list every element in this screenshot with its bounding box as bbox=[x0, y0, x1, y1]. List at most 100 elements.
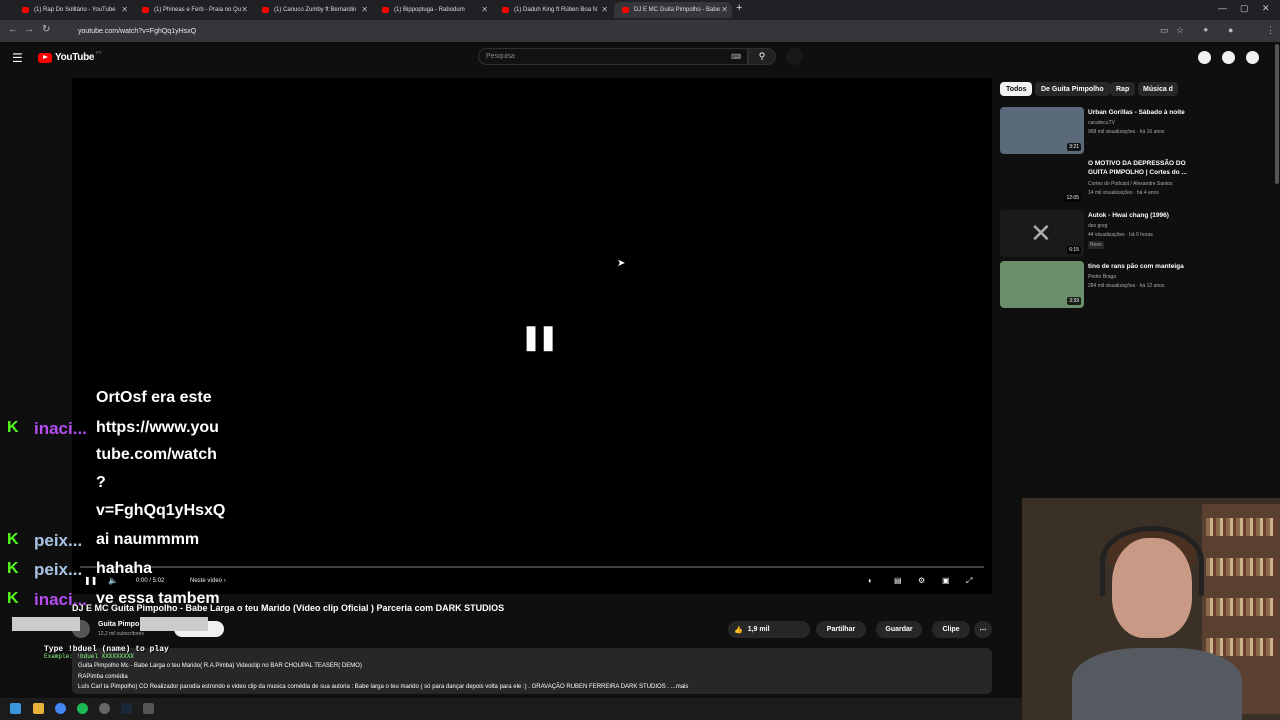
menu-icon[interactable]: ☰ bbox=[12, 51, 23, 65]
video-thumbnail[interactable]: 3:39 bbox=[1000, 261, 1084, 308]
browser-tab[interactable]: (1) Rap Do Solitário - YouTube ✕ bbox=[14, 2, 132, 18]
forward-icon[interactable]: → bbox=[24, 24, 34, 35]
video-thumbnail[interactable]: 12:05 bbox=[1000, 158, 1084, 205]
books bbox=[1206, 558, 1276, 576]
channel-name[interactable]: Guita Pimpo bbox=[98, 621, 139, 628]
logo-text: YouTube bbox=[55, 52, 95, 63]
recommendation-meta: 968 mil visualizações · há 16 anos bbox=[1088, 129, 1165, 135]
duration-badge: 6:15 bbox=[1067, 246, 1081, 254]
youtube-logo[interactable]: YouTube PT bbox=[38, 50, 101, 63]
url-text: youtube.com/watch?v=FghQq1yHsxQ bbox=[78, 27, 197, 35]
like-button[interactable]: 👍 1,9 mil bbox=[728, 621, 810, 638]
description-line: RAPimba comédia bbox=[78, 674, 128, 680]
save-button[interactable]: Guardar bbox=[876, 621, 922, 638]
profile-icon[interactable]: ● bbox=[1228, 25, 1233, 35]
chip-label: De Guita Pimpolho bbox=[1041, 85, 1104, 93]
youtube-favicon-icon bbox=[502, 7, 509, 13]
share-label: Partilhar bbox=[826, 626, 856, 633]
description-line: Guita Pimpolho Mc - Babe Larga o teu Mar… bbox=[78, 663, 362, 669]
windows-start-icon[interactable] bbox=[10, 703, 21, 714]
video-thumbnail[interactable]: 3:21 bbox=[1000, 107, 1084, 154]
save-label: Guardar bbox=[885, 626, 913, 633]
more-actions-icon[interactable]: ⋯ bbox=[974, 621, 992, 638]
voice-search-button[interactable] bbox=[786, 48, 803, 65]
clip-label: Clipe bbox=[942, 626, 960, 633]
obs-icon[interactable] bbox=[99, 703, 110, 714]
close-tab-icon[interactable]: ✕ bbox=[481, 5, 488, 14]
clip-button[interactable]: Clipe bbox=[932, 621, 970, 638]
chip-rap[interactable]: Rap bbox=[1110, 82, 1136, 96]
close-tab-icon[interactable]: ✕ bbox=[721, 5, 728, 14]
browser-menu-icon[interactable]: ⋮ bbox=[1266, 25, 1275, 36]
recommendation-channel[interactable]: caradecuTV bbox=[1088, 119, 1198, 127]
maximize-icon[interactable]: ▢ bbox=[1240, 3, 1249, 14]
youtube-play-icon bbox=[38, 52, 52, 63]
close-tab-icon[interactable]: ✕ bbox=[361, 5, 368, 14]
bookmark-star-icon[interactable]: ☆ bbox=[1176, 25, 1184, 36]
search-button[interactable]: ⚲ bbox=[748, 48, 776, 65]
recommendation-title[interactable]: Autok - Hwai chang (1996) bbox=[1088, 211, 1198, 220]
chat-message: ? bbox=[96, 474, 106, 491]
share-button[interactable]: Partilhar bbox=[816, 621, 866, 638]
settings-gear-icon[interactable]: ⚙ bbox=[918, 576, 925, 585]
search-input[interactable]: Pesquisa bbox=[478, 48, 748, 65]
back-icon[interactable]: ← bbox=[8, 24, 18, 35]
browser-tab-active[interactable]: DJ E MC Guita Pimpolho - Babe ✕ bbox=[614, 2, 732, 18]
recommendation-title[interactable]: Urban Gorillas - Sábado à noite bbox=[1088, 108, 1198, 117]
progress-bar[interactable] bbox=[80, 566, 984, 568]
person-body bbox=[1072, 648, 1242, 720]
close-window-icon[interactable]: ✕ bbox=[1262, 3, 1270, 14]
file-explorer-icon[interactable] bbox=[33, 703, 44, 714]
thumbs-up-icon: 👍 bbox=[734, 626, 743, 634]
close-tab-icon[interactable]: ✕ bbox=[121, 5, 128, 14]
fullscreen-icon[interactable]: ⤢ bbox=[966, 576, 972, 586]
recommendation-channel[interactable]: des greg bbox=[1088, 222, 1198, 230]
subtitles-icon[interactable]: ▤ bbox=[894, 576, 902, 585]
tab-title: DJ E MC Guita Pimpolho - Babe bbox=[634, 7, 721, 13]
autoplay-toggle-icon[interactable]: ◐ bbox=[868, 576, 873, 585]
url-field[interactable]: youtube.com/watch?v=FghQq1yHsxQ bbox=[68, 24, 1158, 38]
books bbox=[1206, 518, 1276, 536]
notifications-icon[interactable] bbox=[1222, 51, 1235, 64]
scrollbar-thumb[interactable] bbox=[1275, 44, 1279, 184]
app-icon[interactable] bbox=[143, 703, 154, 714]
extensions-icon[interactable]: ✦ bbox=[1202, 25, 1210, 36]
browser-tab[interactable]: (1) Daduh King ft Rúben Boa N ✕ bbox=[494, 2, 612, 18]
browser-tab[interactable]: (1) Canuco Zumby ft Bernardin ✕ bbox=[254, 2, 372, 18]
steam-icon[interactable] bbox=[121, 703, 132, 714]
pause-overlay-icon[interactable]: ❚❚ bbox=[521, 323, 558, 352]
cross-logo-icon: ✕ bbox=[1030, 218, 1052, 248]
tab-title: (1) Phineas e Ferb - Praia no Qu bbox=[154, 7, 242, 13]
kick-badge-icon: K bbox=[7, 560, 19, 577]
chip-channel[interactable]: De Guita Pimpolho bbox=[1035, 82, 1110, 96]
overlay-health-bar bbox=[140, 617, 208, 631]
close-tab-icon[interactable]: ✕ bbox=[601, 5, 608, 14]
next-in-video-button[interactable]: Neste vídeo › bbox=[190, 578, 226, 584]
chip-todos[interactable]: Todos bbox=[1000, 82, 1033, 96]
cast-icon[interactable]: ▭ bbox=[1160, 25, 1169, 36]
chrome-icon[interactable] bbox=[55, 703, 66, 714]
browser-tab[interactable]: (1) Phineas e Ferb - Praia no Qu ✕ bbox=[134, 2, 252, 18]
keyboard-icon[interactable]: ⌨ bbox=[731, 53, 741, 61]
avatar[interactable] bbox=[1246, 51, 1259, 64]
browser-tab[interactable]: (1) Bippoptuga - Rabodum ✕ bbox=[374, 2, 492, 18]
close-tab-icon[interactable]: ✕ bbox=[241, 5, 248, 14]
create-icon[interactable] bbox=[1198, 51, 1211, 64]
spotify-icon[interactable] bbox=[77, 703, 88, 714]
youtube-favicon-icon bbox=[142, 7, 149, 13]
recommendation-title[interactable]: O MOTIVO DA DEPRESSÃO DO GUITA PIMPOLHO … bbox=[1088, 159, 1198, 177]
new-tab-icon[interactable]: + bbox=[736, 2, 742, 14]
minimize-icon[interactable]: — bbox=[1218, 3, 1227, 13]
recommendation-title[interactable]: tino de rans pão com manteiga bbox=[1088, 262, 1198, 271]
chip-label: Rap bbox=[1116, 85, 1130, 93]
chat-message: https://www.you bbox=[96, 419, 219, 436]
video-thumbnail[interactable]: ✕ 6:15 bbox=[1000, 210, 1084, 257]
chip-musica[interactable]: Música d bbox=[1138, 82, 1178, 96]
reload-icon[interactable]: ↻ bbox=[42, 24, 50, 35]
miniplayer-icon[interactable]: ▣ bbox=[942, 576, 950, 585]
recommendation-channel[interactable]: Cortes do Podcast / Alexandre Santos bbox=[1088, 180, 1198, 188]
tab-title: (1) Rap Do Solitário - YouTube bbox=[34, 7, 116, 13]
books bbox=[1206, 638, 1276, 656]
youtube-favicon-icon bbox=[262, 7, 269, 13]
recommendation-channel[interactable]: Pedro Braga bbox=[1088, 273, 1198, 281]
